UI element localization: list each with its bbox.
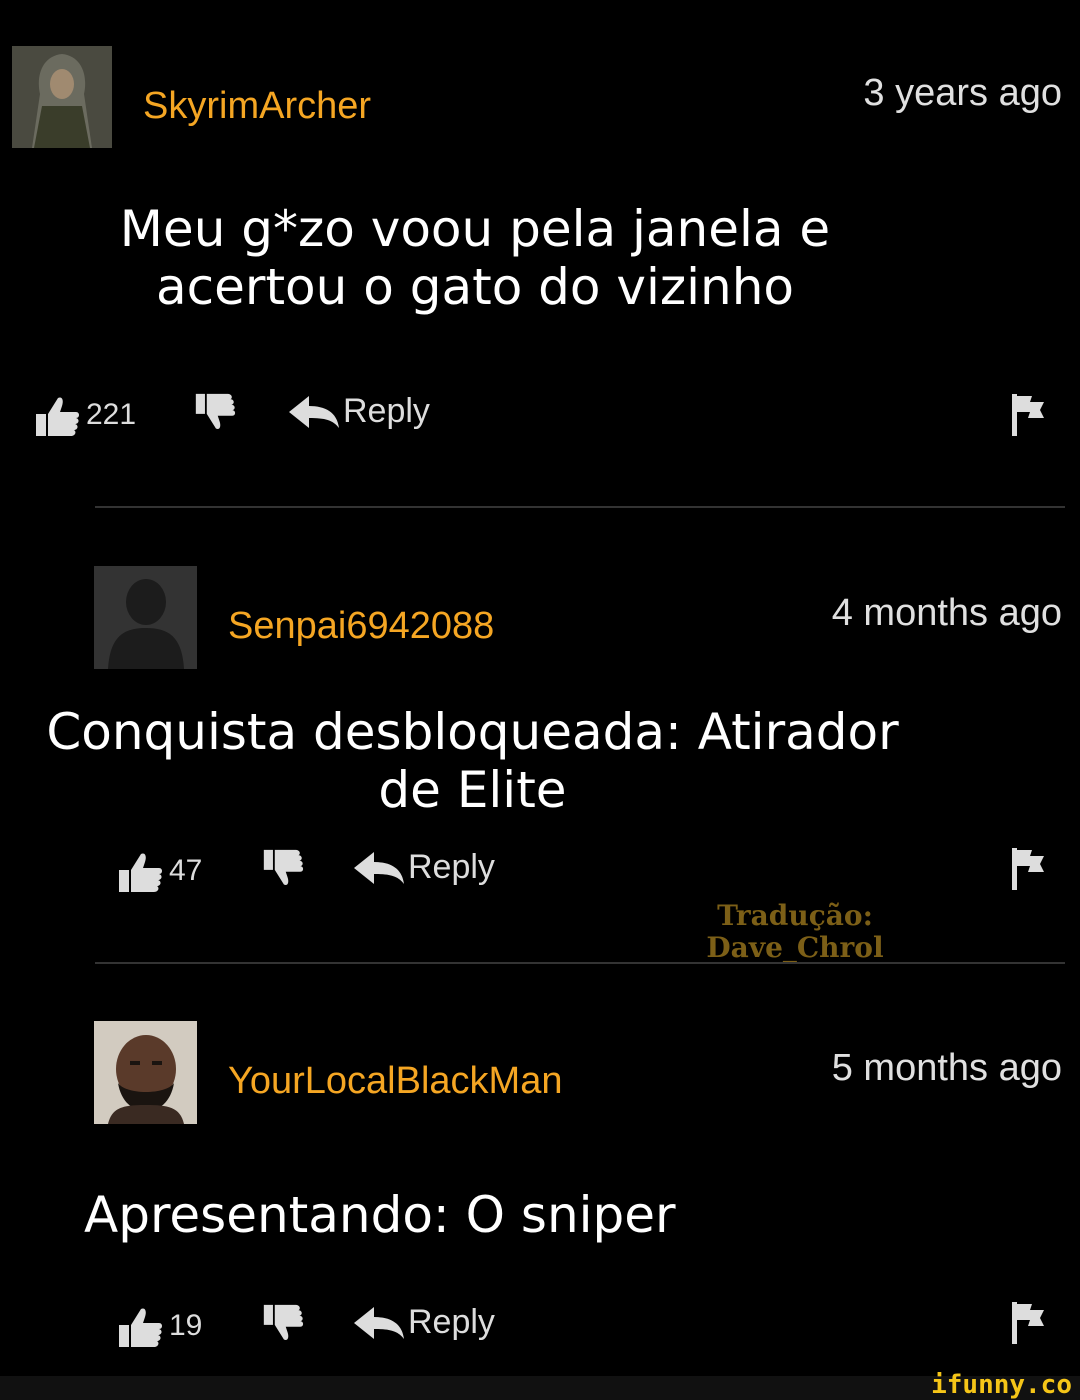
thumbs-up-icon: [36, 397, 79, 436]
like-count: 19: [169, 1309, 203, 1342]
translation-watermark: Tradução: Dave_Chrol: [690, 900, 900, 964]
reply-arrow-icon: [354, 851, 404, 884]
divider: [95, 506, 1065, 508]
thumbs-down-icon: [263, 849, 304, 885]
thumbs-up-icon: [119, 1308, 162, 1347]
avatar[interactable]: [94, 566, 197, 669]
timestamp: 4 months ago: [831, 592, 1062, 634]
comment-text-line: Apresentando: O sniper: [84, 1186, 676, 1244]
comment-text: Apresentando: O sniper: [84, 1186, 676, 1244]
username[interactable]: Senpai6942088: [228, 605, 494, 648]
upvote-button[interactable]: 221: [32, 392, 136, 438]
flag-button[interactable]: [1010, 392, 1046, 438]
downvote-button[interactable]: [260, 848, 306, 890]
downvote-button[interactable]: [192, 392, 238, 434]
comment-text-line: acertou o gato do vizinho: [156, 258, 794, 316]
watermark-line: Tradução:: [717, 899, 873, 932]
watermark-line: Dave_Chrol: [706, 931, 884, 964]
avatar[interactable]: [94, 1021, 197, 1124]
footer-bar: [0, 1376, 1080, 1400]
comment-text-line: Meu g*zo voou pela janela e: [119, 200, 831, 258]
upvote-button[interactable]: 19: [115, 1303, 202, 1349]
thumbs-up-icon: [119, 853, 162, 892]
reply-button[interactable]: Reply: [352, 848, 495, 887]
flag-icon: [1012, 1302, 1044, 1344]
flag-button[interactable]: [1010, 846, 1046, 892]
comment-text: Conquista desbloqueada: Atirador de Elit…: [0, 703, 945, 819]
thumbs-down-icon: [263, 1304, 304, 1340]
username[interactable]: SkyrimArcher: [143, 85, 371, 128]
flag-icon: [1012, 848, 1044, 890]
like-count: 221: [86, 398, 137, 431]
default-user-icon: [94, 566, 197, 669]
reply-arrow-icon: [289, 395, 339, 428]
comment-text-line: Conquista desbloqueada: Atirador: [46, 703, 899, 761]
reply-button[interactable]: Reply: [287, 392, 430, 431]
username[interactable]: YourLocalBlackMan: [228, 1060, 562, 1103]
divider: [95, 962, 1065, 964]
timestamp: 3 years ago: [863, 72, 1062, 114]
reply-label: Reply: [408, 848, 495, 886]
flag-icon: [1012, 394, 1044, 436]
reply-arrow-icon: [354, 1306, 404, 1339]
timestamp: 5 months ago: [831, 1047, 1062, 1089]
reply-button[interactable]: Reply: [352, 1303, 495, 1342]
flag-button[interactable]: [1010, 1300, 1046, 1346]
avatar[interactable]: [12, 46, 112, 148]
downvote-button[interactable]: [260, 1303, 306, 1345]
ifunny-logo: ifunny.co: [931, 1370, 1072, 1400]
like-count: 47: [169, 854, 203, 887]
upvote-button[interactable]: 47: [115, 848, 202, 894]
comment-text: Meu g*zo voou pela janela e acertou o ga…: [0, 200, 950, 316]
reply-label: Reply: [343, 392, 430, 430]
thumbs-down-icon: [195, 393, 236, 429]
comment-text-line: de Elite: [378, 761, 567, 819]
reply-label: Reply: [408, 1303, 495, 1341]
